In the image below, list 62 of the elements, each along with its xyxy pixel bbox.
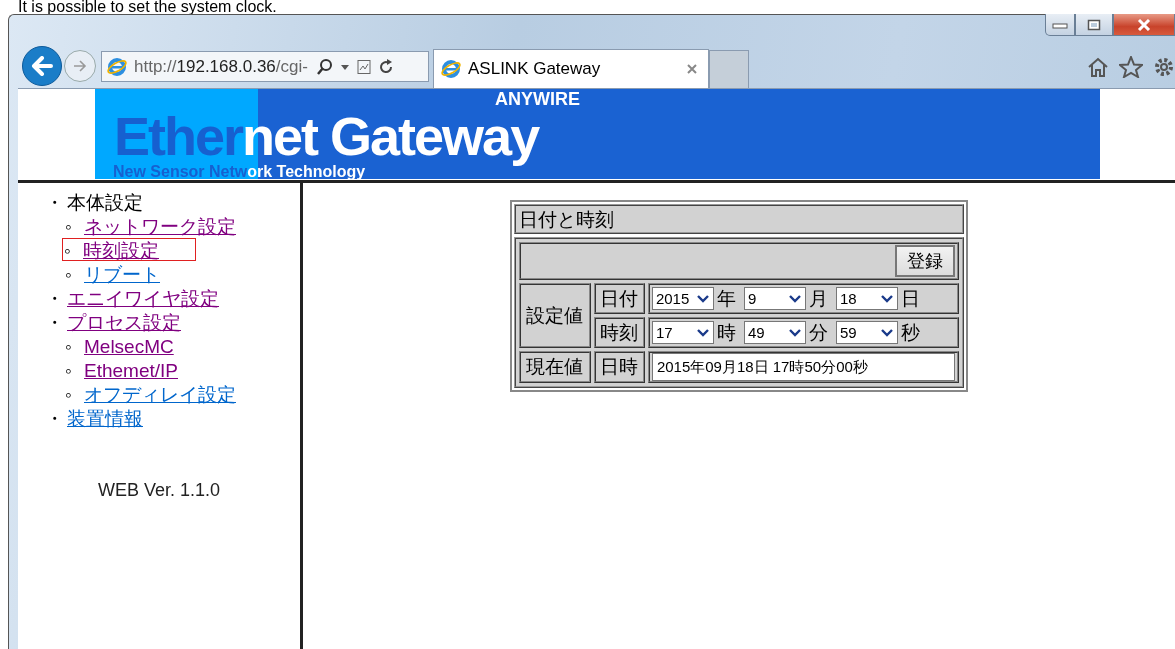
star-icon[interactable] bbox=[1119, 56, 1143, 78]
browser-logo-icon bbox=[440, 58, 462, 80]
close-icon bbox=[1136, 18, 1152, 31]
menu-item[interactable]: ◦ リブート bbox=[64, 262, 161, 286]
menu-item[interactable]: ◦ 時刻設定 bbox=[62, 238, 196, 262]
version-text: WEB Ver. 1.1.0 bbox=[96, 480, 222, 501]
register-button[interactable]: 登録 bbox=[895, 245, 955, 277]
browser-logo-icon bbox=[106, 55, 128, 78]
browser-tab[interactable]: ASLINK Gateway bbox=[433, 49, 709, 88]
row-label: 日付 bbox=[593, 283, 645, 314]
back-button[interactable] bbox=[22, 46, 62, 86]
current-time-field: 2015年09月18日 17時50分00秒 bbox=[651, 353, 955, 381]
menu-item[interactable]: ・エニイワイヤ設定 bbox=[44, 286, 220, 310]
menu-item[interactable]: ・プロセス設定 bbox=[44, 310, 182, 334]
unit-label: 分 bbox=[808, 320, 828, 345]
unit-label: 月 bbox=[808, 286, 828, 311]
url-text: http://192.168.0.36/cgi- bbox=[134, 56, 308, 77]
home-icon[interactable] bbox=[1087, 56, 1109, 78]
dropdown[interactable]: 2015 bbox=[651, 287, 714, 310]
dropdown[interactable]: 17 bbox=[651, 321, 714, 344]
minimize-icon bbox=[1052, 20, 1068, 29]
menu-item[interactable]: ・装置情報 bbox=[44, 406, 144, 430]
dropdown[interactable]: 9 bbox=[743, 287, 806, 310]
back-arrow-icon bbox=[31, 56, 53, 76]
maximize-icon bbox=[1087, 18, 1101, 31]
dropdown[interactable]: 49 bbox=[743, 321, 806, 344]
minimize-button[interactable] bbox=[1045, 14, 1075, 36]
chevron-down-icon bbox=[879, 293, 894, 304]
search-icon[interactable] bbox=[315, 57, 334, 76]
close-icon[interactable] bbox=[686, 63, 698, 75]
group-label: 現在値 bbox=[519, 351, 591, 383]
row-label: 時刻 bbox=[593, 317, 645, 348]
close-button[interactable] bbox=[1113, 14, 1175, 36]
refresh-icon[interactable] bbox=[377, 58, 394, 75]
chevron-down-icon bbox=[787, 327, 802, 338]
unit-label: 日 bbox=[900, 286, 920, 311]
dropdown[interactable]: 18 bbox=[835, 287, 898, 310]
menu-item[interactable]: ◦ オフディレイ設定 bbox=[64, 382, 237, 406]
dropdown[interactable]: 59 bbox=[835, 321, 898, 344]
brand-text: ANYWIRE bbox=[495, 90, 580, 108]
maximize-button[interactable] bbox=[1075, 14, 1113, 36]
unit-label: 秒 bbox=[900, 320, 920, 345]
chevron-down-icon bbox=[695, 327, 710, 338]
panel-title: 日付と時刻 bbox=[514, 204, 964, 234]
settings-icon[interactable] bbox=[1153, 56, 1175, 78]
menu-item[interactable]: ・本体設定 bbox=[44, 190, 144, 214]
caption-text: It is possible to set the system clock. bbox=[18, 0, 278, 14]
address-bar[interactable]: http://192.168.0.36/cgi- bbox=[101, 51, 429, 82]
caret-icon[interactable] bbox=[339, 62, 350, 71]
chevron-down-icon bbox=[695, 293, 710, 304]
unit-label: 年 bbox=[716, 286, 736, 311]
unit-label: 時 bbox=[716, 320, 736, 345]
menu-item[interactable]: ◦ ネットワーク設定 bbox=[64, 214, 237, 238]
menu-item[interactable]: ◦ Ethemet/IP bbox=[64, 358, 179, 382]
row-label: 日時 bbox=[593, 351, 645, 383]
group-label: 設定値 bbox=[519, 283, 591, 348]
forward-arrow-icon bbox=[72, 59, 88, 73]
menu-item[interactable]: ◦ MelsecMC bbox=[64, 334, 175, 358]
chevron-down-icon bbox=[787, 293, 802, 304]
page-icon[interactable] bbox=[355, 58, 372, 75]
chevron-down-icon bbox=[879, 327, 894, 338]
tab-title: ASLINK Gateway bbox=[468, 59, 602, 79]
